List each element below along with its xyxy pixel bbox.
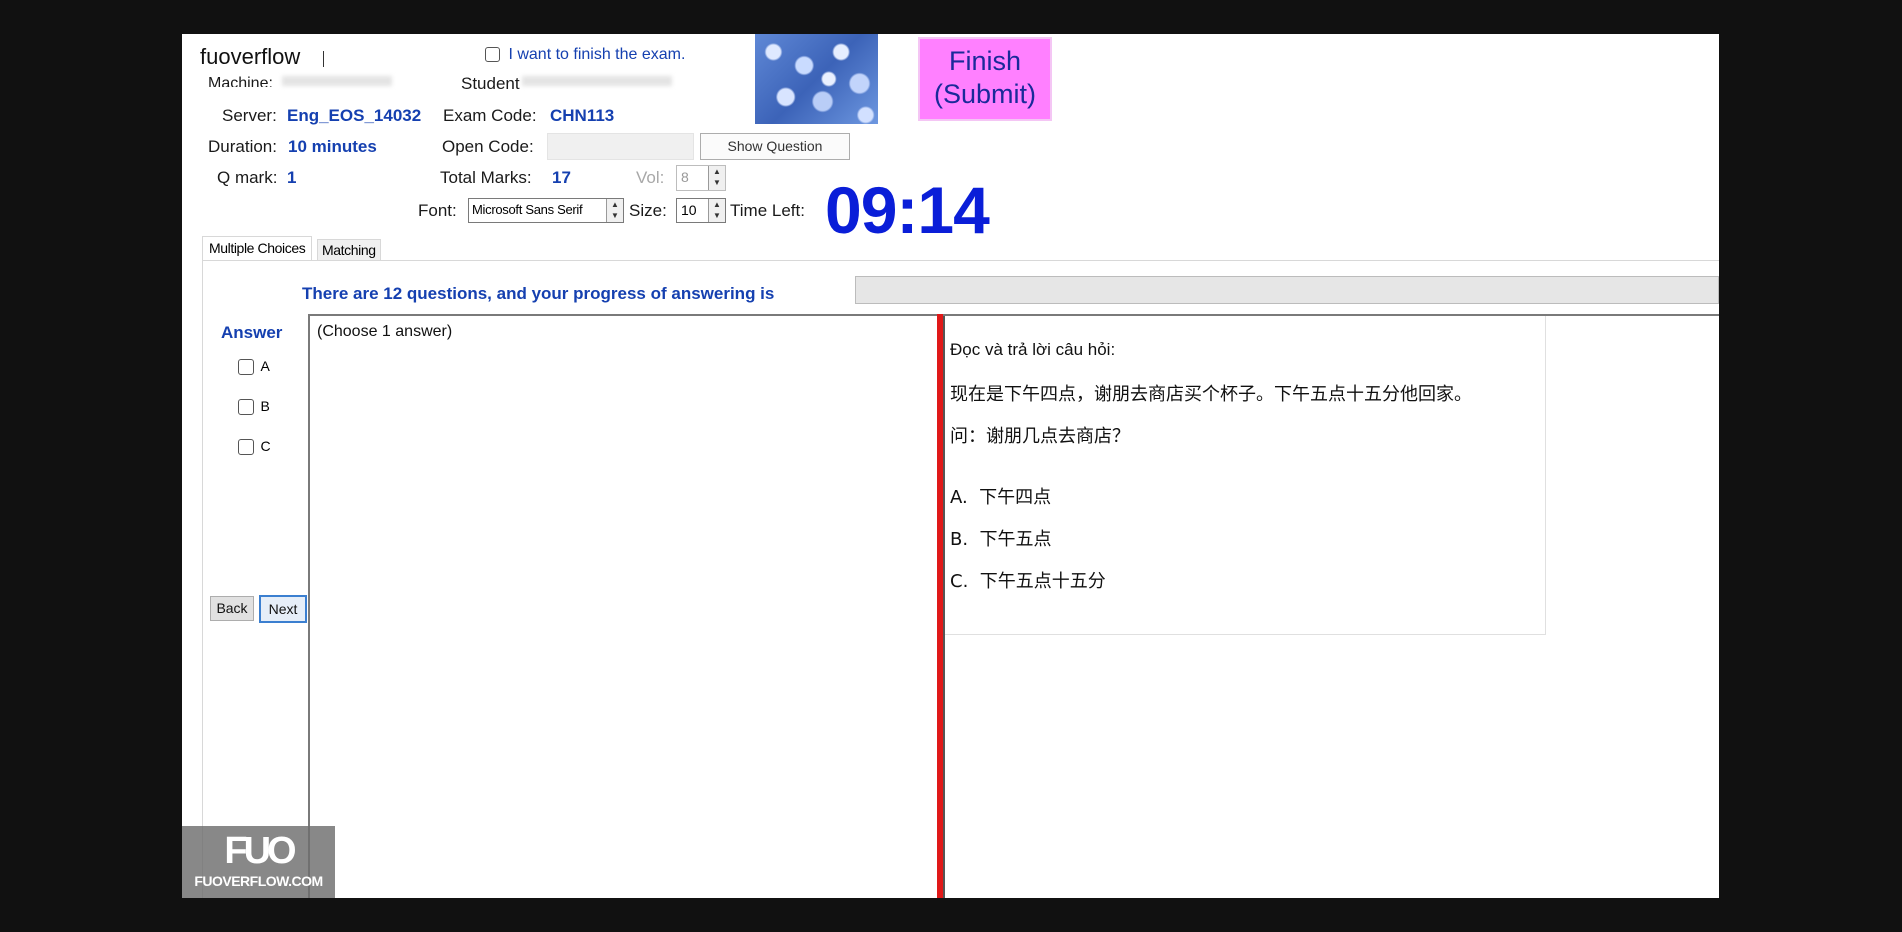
vol-label: Vol: xyxy=(636,168,665,187)
font-spin-arrows-icon[interactable]: ▲ ▼ xyxy=(606,199,623,222)
show-question-button[interactable]: Show Question xyxy=(700,133,850,160)
question-passage: 现在是下午四点，谢朋去商店买个杯子。下午五点十五分他回家。 xyxy=(950,384,1472,405)
finish-button-line2: (Submit) xyxy=(933,79,1036,109)
back-button[interactable]: Back xyxy=(210,596,254,621)
open-code-label: Open Code: xyxy=(442,137,534,156)
qmark-value: 1 xyxy=(287,168,297,187)
answer-heading: Answer xyxy=(221,323,283,342)
question-choice-b: B. 下午五点 xyxy=(950,529,1052,550)
qmark-label: Q mark: xyxy=(217,168,278,187)
time-left-label: Time Left: xyxy=(730,201,805,220)
exam-code-value: CHN113 xyxy=(550,106,615,125)
machine-label: Machine: xyxy=(208,75,273,87)
open-code-input[interactable] xyxy=(547,133,694,160)
question-choice-a: A. 下午四点 xyxy=(950,487,1052,508)
watermark-site: FUOVERFLOW.COM xyxy=(194,873,323,889)
tab-panel-left-border xyxy=(202,260,203,898)
tab-multiple-choices[interactable]: Multiple Choices xyxy=(202,236,313,261)
duration-value: 10 minutes xyxy=(288,137,377,156)
answer-label-b: B xyxy=(260,398,270,414)
exam-window: fuoverflow I want to finish the exam. Fi… xyxy=(182,34,1719,898)
question-ask: 问：谢朋几点去商店？ xyxy=(950,426,1130,447)
vol-value: 8 xyxy=(681,169,689,185)
question-choice-c: C. 下午五点十五分 xyxy=(950,571,1106,592)
font-label: Font: xyxy=(418,201,457,220)
answer-label-a: A xyxy=(260,358,270,374)
finish-exam-check-box[interactable] xyxy=(485,47,500,63)
answer-checkbox-b[interactable] xyxy=(238,398,254,415)
watermark-badge: FUO FUOVERFLOW.COM xyxy=(182,826,335,898)
exam-code-label: Exam Code: xyxy=(443,106,537,125)
duration-label: Duration: xyxy=(208,137,277,156)
vol-stepper[interactable]: 8 ▲ ▼ xyxy=(676,165,726,191)
server-value: Eng_EOS_14032 xyxy=(287,106,422,125)
size-value: 10 xyxy=(681,202,697,218)
answer-option-b[interactable]: B xyxy=(238,398,270,416)
total-marks-label: Total Marks: xyxy=(440,168,532,187)
font-value: Microsoft Sans Serif xyxy=(472,202,583,217)
finish-exam-checkbox[interactable]: I want to finish the exam. xyxy=(485,46,685,64)
finish-button-line1: Finish xyxy=(948,46,1022,76)
student-label: Student xyxy=(461,74,520,93)
total-marks-value: 17 xyxy=(552,168,571,187)
decorative-flower-image xyxy=(755,34,878,124)
answer-checkbox-c[interactable] xyxy=(238,438,254,455)
brand-label: fuoverflow xyxy=(200,44,301,69)
time-left-value: 09:14 xyxy=(825,173,990,247)
instruction-text: (Choose 1 answer) xyxy=(317,323,453,340)
vol-spin-arrows-icon[interactable]: ▲ ▼ xyxy=(708,166,725,190)
size-spin-arrows-icon[interactable]: ▲ ▼ xyxy=(708,199,725,222)
size-stepper[interactable]: 10 ▲ ▼ xyxy=(676,198,726,223)
machine-value xyxy=(282,76,392,86)
student-value xyxy=(522,76,672,86)
finish-submit-button[interactable]: Finish (Submit) xyxy=(918,37,1052,121)
answer-label-c: C xyxy=(260,438,271,454)
watermark-logo: FUO xyxy=(224,830,296,872)
next-button[interactable]: Next xyxy=(259,595,307,623)
size-label: Size: xyxy=(629,201,667,220)
tab-strip-line xyxy=(202,260,1719,261)
server-label: Server: xyxy=(222,106,277,125)
brand-caret xyxy=(323,51,324,67)
font-selector[interactable]: Microsoft Sans Serif ▲ ▼ xyxy=(468,198,624,223)
answer-option-c[interactable]: C xyxy=(238,438,271,456)
answer-option-a[interactable]: A xyxy=(238,358,270,376)
finish-exam-label: I want to finish the exam. xyxy=(508,46,686,63)
progress-text: There are 12 questions, and your progres… xyxy=(302,284,775,303)
tab-matching[interactable]: Matching xyxy=(317,239,381,261)
question-prompt: Đọc và trả lời câu hỏi: xyxy=(950,340,1116,359)
progress-bar xyxy=(855,276,1719,304)
answer-checkbox-a[interactable] xyxy=(238,358,254,375)
